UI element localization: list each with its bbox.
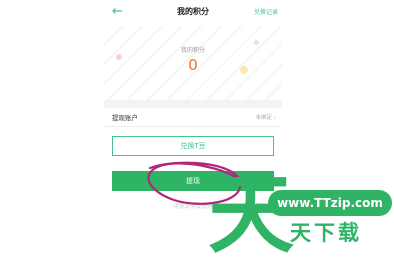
watermark-text: 天下载 — [290, 221, 362, 245]
withdraw-account-label: 提现账户 — [112, 114, 138, 122]
points-value: 0 — [188, 56, 198, 74]
withdraw-account-row[interactable]: 提现账户 未绑定 › — [104, 108, 282, 127]
withdraw-account-value: 未绑定 › — [255, 115, 276, 121]
points-label: 我的积分 — [180, 47, 205, 54]
exchange-record-link[interactable]: 兑换记录 — [254, 7, 278, 16]
watermark-url: www.TTzip.com — [268, 190, 392, 216]
top-bar: ← 我的积分 兑换记录 — [104, 0, 282, 26]
exchange-button[interactable]: 兑换T豆 — [112, 136, 274, 156]
section-divider — [104, 100, 282, 108]
points-header: 我的积分 0 — [104, 26, 282, 100]
